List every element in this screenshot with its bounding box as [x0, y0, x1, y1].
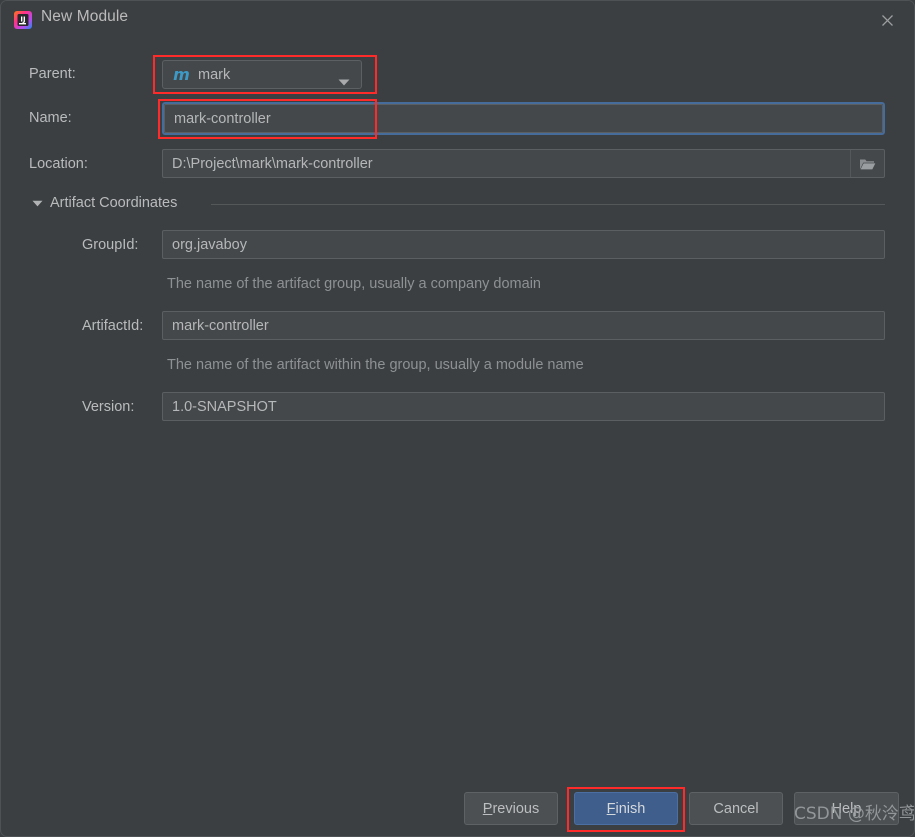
parent-label: Parent:	[29, 66, 76, 82]
parent-selected-value: mark	[198, 66, 231, 83]
page-title: New Module	[41, 8, 129, 25]
artifact-coordinates-title: Artifact Coordinates	[50, 195, 178, 211]
intellij-idea-icon: IJ	[13, 10, 33, 30]
new-module-dialog: IJ New Module Parent: m mark Name: mark-…	[0, 0, 915, 837]
section-divider	[211, 204, 885, 205]
triangle-down-icon[interactable]	[31, 197, 43, 209]
cancel-button[interactable]: Cancel	[689, 792, 783, 825]
artifactid-input-value: mark-controller	[172, 317, 269, 334]
help-button-label: Help	[831, 800, 862, 817]
folder-open-icon[interactable]	[850, 150, 884, 177]
groupid-label: GroupId:	[82, 237, 139, 253]
version-label: Version:	[82, 399, 135, 415]
title-bar: IJ New Module	[1, 1, 914, 39]
version-input[interactable]: 1.0-SNAPSHOT	[162, 392, 885, 421]
chevron-down-icon[interactable]	[338, 73, 350, 91]
previous-button-mnemonic: P	[482, 800, 493, 817]
artifact-coordinates-section-header[interactable]: Artifact Coordinates	[31, 195, 177, 211]
location-input[interactable]: D:\Project\mark\mark-controller	[162, 149, 885, 178]
artifactid-hint: The name of the artifact within the grou…	[167, 357, 584, 373]
parent-dropdown[interactable]: m mark	[162, 60, 362, 89]
location-input-value: D:\Project\mark\mark-controller	[172, 155, 373, 172]
help-button[interactable]: Help	[794, 792, 899, 825]
version-input-value: 1.0-SNAPSHOT	[172, 398, 277, 415]
name-input[interactable]: mark-controller	[164, 104, 883, 133]
previous-button[interactable]: Previous	[464, 792, 558, 825]
artifactid-label: ArtifactId:	[82, 318, 144, 334]
maven-module-icon: m	[173, 65, 190, 84]
finish-button-mnemonic: F	[606, 800, 616, 817]
close-icon[interactable]	[864, 3, 910, 37]
location-label: Location:	[29, 156, 88, 172]
artifactid-input[interactable]: mark-controller	[162, 311, 885, 340]
finish-button[interactable]: Finish	[574, 792, 678, 825]
previous-button-label: revious	[492, 800, 540, 817]
svg-text:IJ: IJ	[20, 16, 25, 24]
name-label: Name:	[29, 110, 72, 126]
finish-button-label: inish	[615, 800, 646, 817]
cancel-button-label: Cancel	[713, 800, 759, 817]
groupid-input-value: org.javaboy	[172, 236, 247, 253]
name-input-value: mark-controller	[174, 110, 271, 127]
groupid-hint: The name of the artifact group, usually …	[167, 276, 541, 292]
groupid-input[interactable]: org.javaboy	[162, 230, 885, 259]
